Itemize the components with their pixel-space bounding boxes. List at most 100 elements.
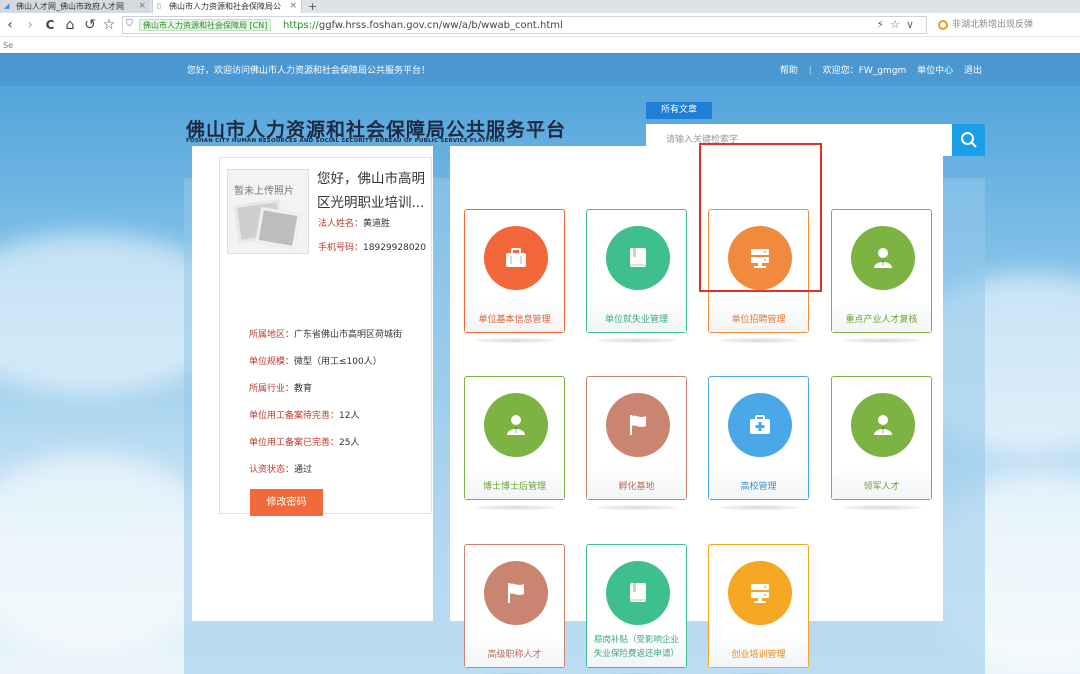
service-tile[interactable]: 单位基本信息管理 — [464, 209, 565, 343]
info-value: 微型（用工≤100人） — [294, 357, 382, 367]
all-articles-tab[interactable]: 所有文章 — [646, 102, 712, 119]
search-engine-icon — [938, 20, 948, 30]
user-greeting: 欢迎您：FW_gmgm — [822, 66, 907, 76]
tab-favicon-icon: ◢ — [4, 2, 10, 10]
info-label: 所属地区： — [249, 330, 295, 340]
service-tile-label: 单位招聘管理 — [731, 315, 786, 325]
tile-shadow — [842, 505, 922, 510]
info-value: 25人 — [339, 438, 360, 448]
tab-title: 佛山市人力资源和社会保障局公 — [169, 2, 281, 11]
browser-search-box[interactable]: 非湖北新增出现反弹 — [936, 16, 1076, 34]
info-row-region: 所属地区：广东省佛山市高明区荷城街 — [249, 327, 402, 340]
favorite-star-icon[interactable]: ☆ — [890, 18, 906, 31]
service-tile[interactable]: 重点产业人才复核 — [831, 209, 932, 343]
lightning-icon[interactable]: ⚡ — [876, 18, 890, 31]
bookmark-item[interactable]: Se — [3, 41, 13, 50]
service-icon-circle — [728, 561, 792, 625]
undo-button[interactable]: ↺ — [82, 17, 98, 33]
browser-tabbar: ◢ 佛山人才网_佛山市政府人才网 × ▯ 佛山市人力资源和社会保障局公 × + — [0, 0, 1080, 13]
tile-shadow — [719, 338, 799, 343]
phone-row: 手机号码：18929928020 — [318, 240, 426, 253]
service-tile-label: 单位就失业管理 — [604, 315, 668, 325]
tab-page-icon: ▯ — [157, 2, 161, 10]
service-icon-circle — [851, 226, 915, 290]
dropdown-chevron-icon[interactable]: ∨ — [906, 18, 920, 31]
service-icon-circle — [606, 226, 670, 290]
close-tab-icon[interactable]: × — [138, 0, 146, 13]
divider: | — [808, 66, 812, 76]
tile-shadow — [597, 338, 677, 343]
service-tile-label: 孵化基地 — [618, 482, 655, 492]
company-greeting: 您好，佛山市高明区光明职业培训... — [317, 171, 425, 211]
logout-link[interactable]: 退出 — [964, 66, 982, 76]
service-tile[interactable]: 高校管理 — [708, 376, 809, 510]
unit-center-link[interactable]: 单位中心 — [917, 66, 953, 76]
tile-shadow — [475, 505, 555, 510]
site-search-button[interactable] — [952, 124, 985, 156]
info-value: 广东省佛山市高明区荷城街 — [294, 330, 403, 340]
url-path: ggfw.hrss.foshan.gov.cn/ww/a/b/wwab_cont… — [318, 20, 563, 31]
bookmarks-bar: Se — [0, 38, 1080, 53]
search-suggestion: 非湖北新增出现反弹 — [952, 20, 1034, 30]
service-icon-circle — [606, 393, 670, 457]
reload-button[interactable]: C — [42, 17, 58, 33]
tab-title: 佛山人才网_佛山市政府人才网 — [16, 2, 124, 11]
info-label: 单位规模： — [249, 357, 295, 367]
info-label: 所属行业： — [249, 384, 295, 394]
url-field[interactable]: ⛉ 佛山市人力资源和社会保障局 [CN] https://ggfw.hrss.f… — [122, 16, 927, 34]
service-icon-circle — [851, 393, 915, 457]
service-tile[interactable]: 单位就失业管理 — [586, 209, 687, 343]
tile-shadow — [475, 338, 555, 343]
info-row-size: 单位规模：微型（用工≤100人） — [249, 354, 382, 367]
back-button[interactable]: ‹ — [2, 17, 18, 33]
help-link[interactable]: 帮助 — [780, 66, 798, 76]
url-protocol: https:// — [283, 20, 319, 31]
new-tab-button[interactable]: + — [308, 0, 317, 13]
avatar-placeholder-text: 暂未上传照片 — [234, 186, 294, 197]
top-links: 帮助 | 欢迎您：FW_gmgm 单位中心 退出 — [772, 63, 982, 76]
info-value: 通过 — [294, 465, 313, 475]
phone-value: 18929928020 — [363, 243, 427, 253]
service-tile[interactable]: 博士博士后管理 — [464, 376, 565, 510]
browser-tab[interactable]: ◢ 佛山人才网_佛山市政府人才网 × — [0, 0, 150, 13]
service-tile-label: 重点产业人才复核 — [845, 315, 918, 325]
legal-person-label: 法人姓名： — [318, 219, 364, 229]
service-icon-circle — [484, 393, 548, 457]
service-icon-circle — [484, 561, 548, 625]
info-row-complete: 单位用工备案已完善：25人 — [249, 435, 359, 448]
service-icon-circle — [728, 393, 792, 457]
photo-placeholder-icon — [255, 206, 301, 250]
url-text: https://ggfw.hrss.foshan.gov.cn/ww/a/b/w… — [283, 19, 563, 32]
phone-label: 手机号码： — [318, 243, 364, 253]
bookmark-star-button[interactable]: ☆ — [101, 17, 117, 33]
home-button[interactable]: ⌂ — [62, 17, 78, 33]
avatar[interactable]: 暂未上传照片 — [227, 169, 309, 254]
selection-highlight — [699, 143, 822, 292]
service-tile-label: 高级职称人才 — [487, 650, 542, 660]
service-tile[interactable]: 领军人才 — [831, 376, 932, 510]
service-icon-circle — [484, 226, 548, 290]
info-row-industry: 所属行业：教育 — [249, 381, 312, 394]
secure-site-badge: 佛山市人力资源和社会保障局 [CN] — [139, 19, 272, 31]
top-strip: 您好，欢迎访问佛山市人力资源和社会保障局公共服务平台！ 帮助 | 欢迎您：FW_… — [0, 53, 1080, 86]
forward-button[interactable]: › — [22, 17, 38, 33]
legal-person-row: 法人姓名：黄道胜 — [318, 216, 390, 229]
service-tile-label: 创业培训管理 — [731, 650, 786, 660]
address-bar: ‹ › C ⌂ ↺ ☆ ⛉ 佛山市人力资源和社会保障局 [CN] https:/… — [0, 13, 1080, 37]
browser-tab-active[interactable]: ▯ 佛山市人力资源和社会保障局公 × — [152, 0, 302, 13]
info-value: 12人 — [339, 411, 360, 421]
service-tile[interactable]: 稳岗补贴（受影响企业失业保险费返还申请） — [586, 544, 687, 674]
info-row-status: 认资状态：通过 — [249, 462, 312, 475]
shield-icon: ⛉ — [126, 19, 133, 29]
service-tile[interactable]: 高级职称人才 — [464, 544, 565, 674]
legal-person-value: 黄道胜 — [363, 219, 391, 229]
search-icon — [961, 132, 977, 148]
service-tile-label: 稳岗补贴（受影响企业失业保险费返还申请） — [593, 635, 679, 659]
tile-shadow — [842, 338, 922, 343]
change-password-button[interactable]: 修改密码 — [250, 489, 323, 516]
service-tile[interactable]: 创业培训管理 — [708, 544, 809, 674]
close-tab-icon[interactable]: × — [289, 0, 297, 13]
info-label: 认资状态： — [249, 465, 295, 475]
service-icon-circle — [606, 561, 670, 625]
service-tile[interactable]: 孵化基地 — [586, 376, 687, 510]
